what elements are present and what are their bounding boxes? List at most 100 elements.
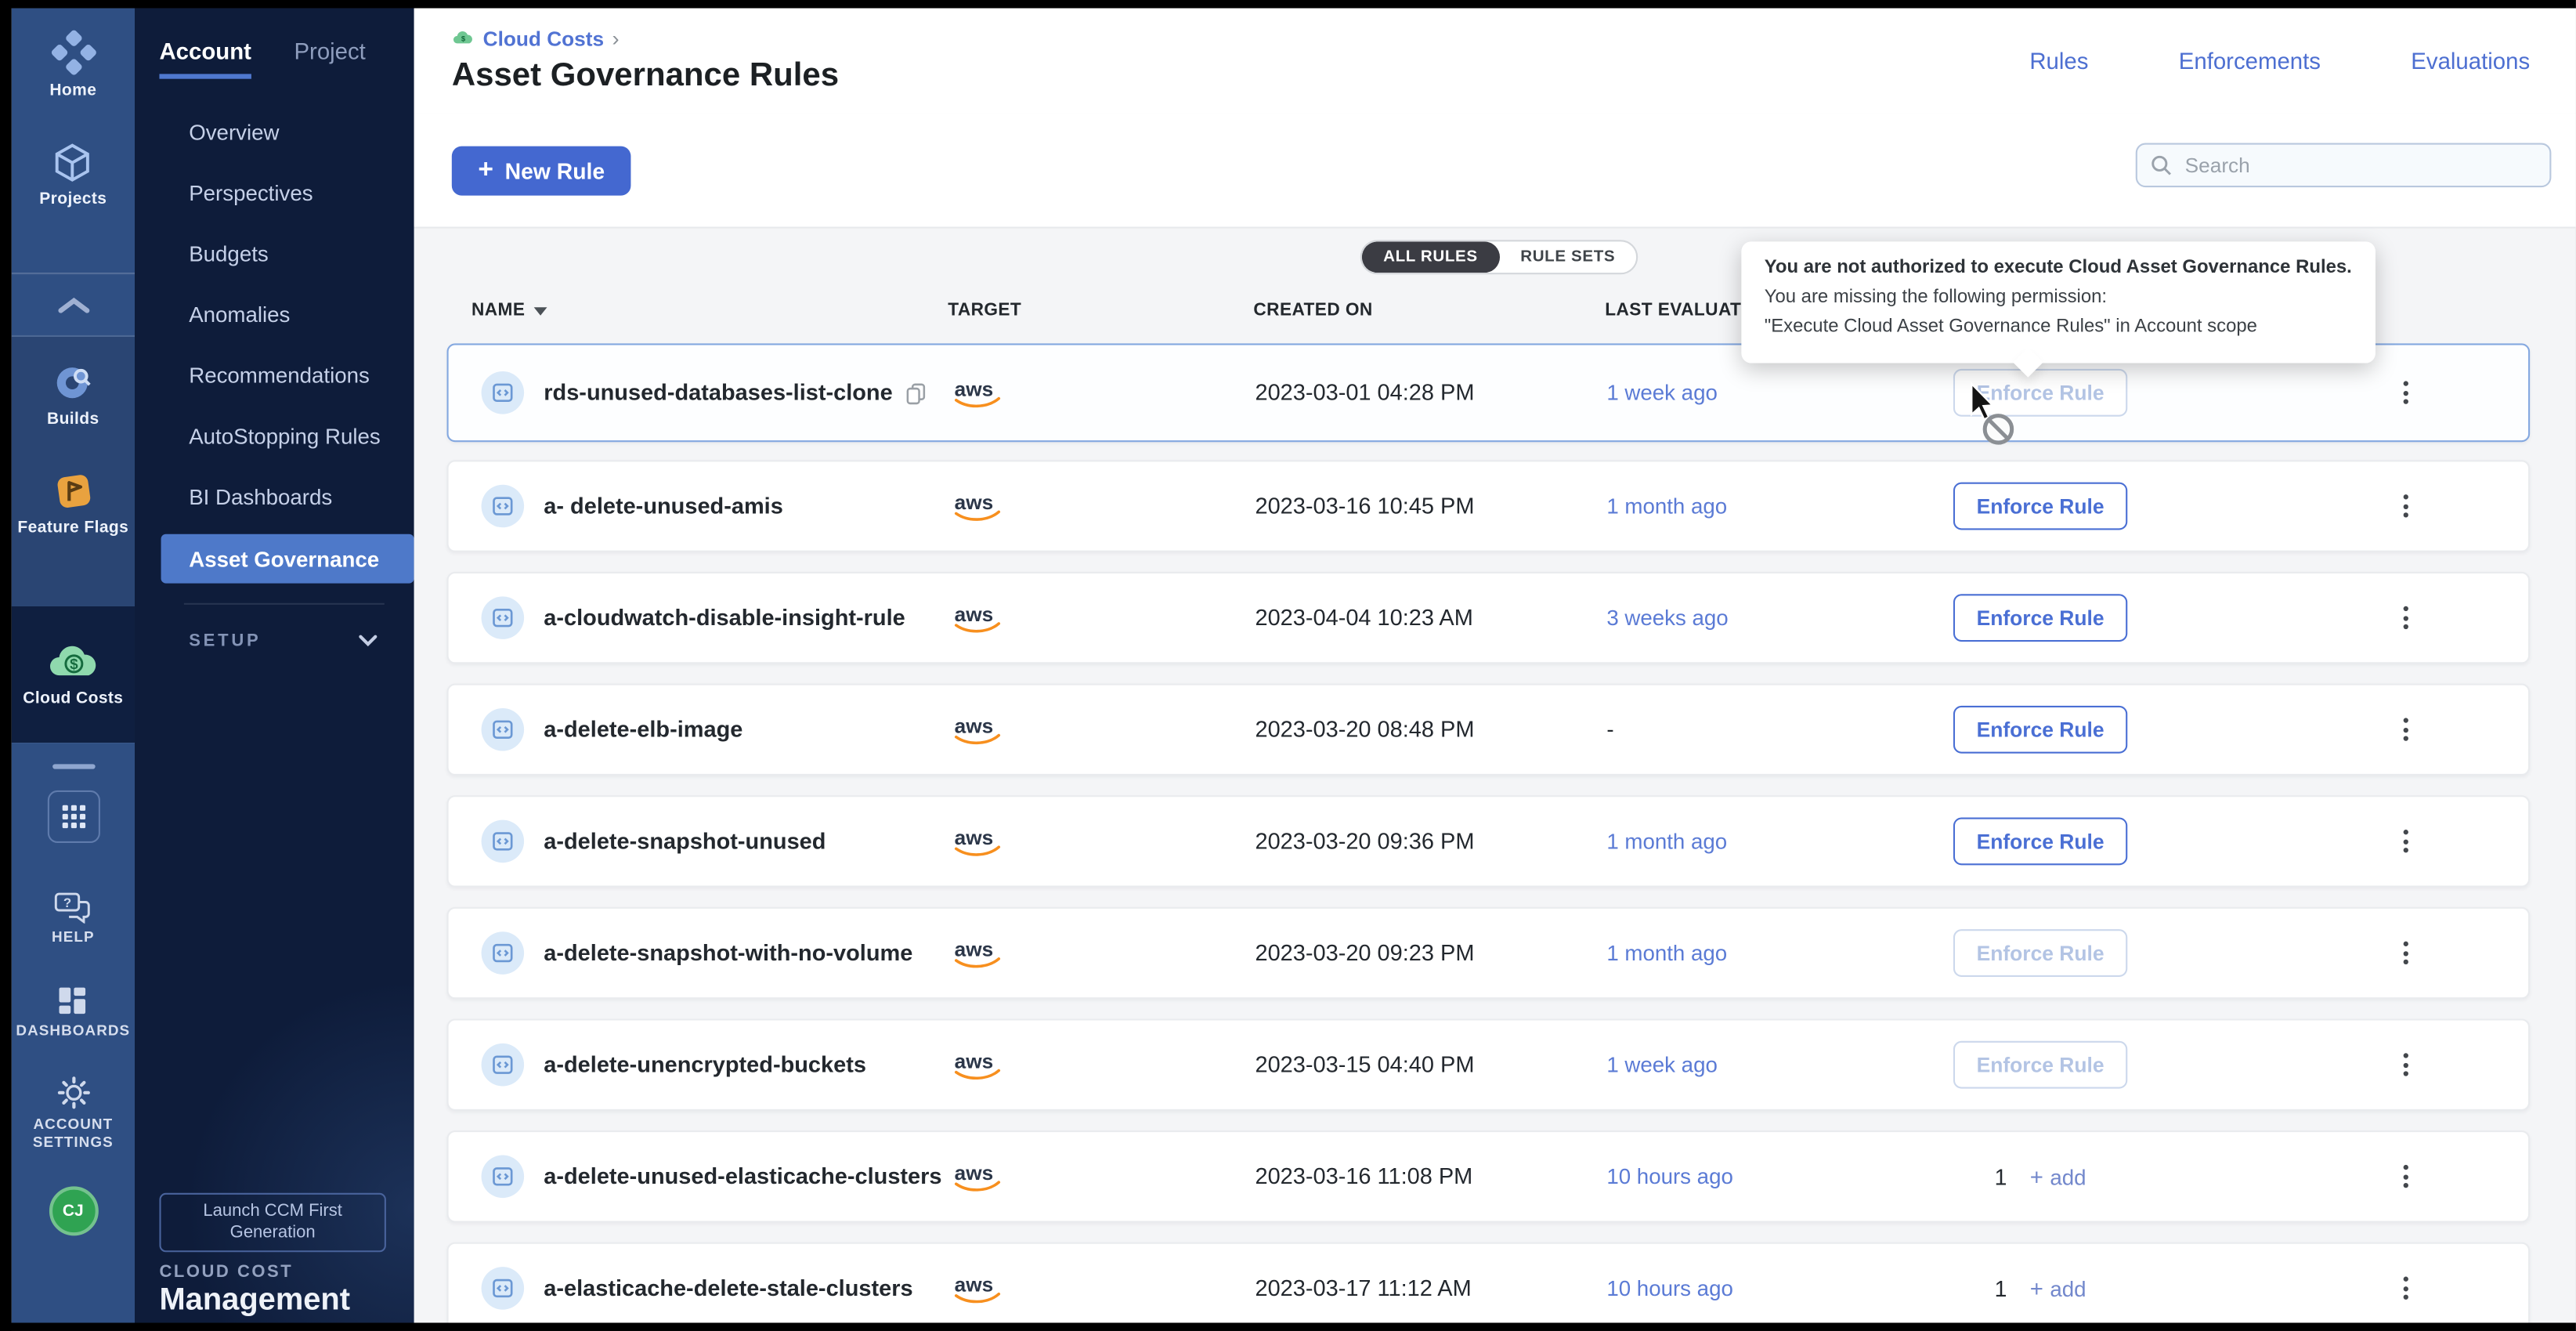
rule-created-on: 2023-03-16 10:45 PM (1255, 494, 1474, 518)
rail-item-home[interactable]: Home (49, 28, 98, 100)
table-row[interactable]: a-delete-snapshot-unused aws 2023-03-20 … (447, 795, 2531, 887)
table-row[interactable]: a-elasticache-delete-stale-clusters aws … (447, 1242, 2531, 1323)
user-avatar[interactable]: CJ (49, 1186, 98, 1235)
row-menu-kebab[interactable] (2397, 599, 2415, 636)
table-row[interactable]: a-delete-elb-image aws 2023-03-20 08:48 … (447, 684, 2531, 776)
add-enforcement-link[interactable]: +add (2030, 1275, 2086, 1302)
row-menu-kebab[interactable] (2397, 374, 2415, 411)
tab-project[interactable]: Project (294, 38, 365, 78)
sidebar-item-autostopping-rules[interactable]: AutoStopping Rules (135, 406, 414, 467)
sidebar-item-bi-dashboards[interactable]: BI Dashboards (135, 467, 414, 528)
rule-name[interactable]: a-delete-snapshot-unused (544, 829, 826, 853)
search-icon (2151, 154, 2172, 175)
tab-rule-sets[interactable]: RULE SETS (1499, 241, 1637, 273)
rule-code-icon (482, 931, 525, 975)
new-rule-button[interactable]: + New Rule (452, 146, 631, 196)
svg-text:aws: aws (955, 490, 994, 514)
svg-text:aws: aws (955, 1049, 994, 1072)
rail-item-builds[interactable]: Builds (47, 360, 99, 429)
nav-link-enforcements[interactable]: Enforcements (2179, 48, 2321, 74)
table-row[interactable]: a-delete-unencrypted-buckets aws 2023-03… (447, 1018, 2531, 1110)
enforce-rule-button[interactable]: Enforce Rule (1953, 818, 2127, 866)
sidebar-item-anomalies[interactable]: Anomalies (135, 284, 414, 345)
rule-last-evaluation[interactable]: 1 month ago (1606, 494, 1727, 518)
rule-name[interactable]: a-delete-unused-elasticache-clusters (544, 1164, 941, 1188)
nav-link-rules[interactable]: Rules (2029, 48, 2088, 74)
sidebar-item-perspectives[interactable]: Perspectives (135, 163, 414, 224)
row-menu-kebab[interactable] (2397, 1047, 2415, 1083)
sidebar-item-budgets[interactable]: Budgets (135, 223, 414, 284)
breadcrumb-label[interactable]: Cloud Costs (483, 27, 604, 50)
module-grid-button[interactable] (47, 790, 99, 843)
breadcrumb[interactable]: $ Cloud Costs › (452, 27, 839, 51)
rule-name[interactable]: a-delete-snapshot-with-no-volume (544, 941, 912, 965)
enforce-rule-button[interactable]: Enforce Rule (1953, 706, 2127, 754)
row-menu-kebab[interactable] (2397, 711, 2415, 748)
rule-name[interactable]: a-elasticache-delete-stale-clusters (544, 1276, 912, 1300)
scope-tabs: Account Project (135, 8, 414, 78)
add-enforcement-link[interactable]: +add (2030, 1163, 2086, 1190)
aws-logo: aws (949, 713, 1005, 746)
enforce-rule-button[interactable]: Enforce Rule (1953, 1041, 2127, 1089)
product-name: Management (159, 1283, 350, 1319)
rail-divider-handle (52, 764, 95, 769)
rule-last-evaluation[interactable]: 1 week ago (1606, 381, 1717, 405)
rules-table-area: ALL RULES RULE SETS NAME TARGET CREATED … (414, 226, 2576, 1322)
app-window: Home Projects Builds (0, 0, 2576, 1331)
search-input[interactable] (2181, 152, 2536, 179)
rail-item-account-settings[interactable]: ACCOUNT SETTINGS (12, 1075, 135, 1152)
rail-label-builds: Builds (47, 411, 99, 429)
enforcement-count[interactable]: 1 (1995, 1276, 2007, 1300)
rail-item-projects[interactable]: Projects (39, 139, 107, 208)
rule-code-icon (482, 485, 525, 528)
rule-last-evaluation[interactable]: 1 month ago (1606, 941, 1727, 965)
svg-text:$: $ (69, 655, 78, 671)
rule-last-evaluation[interactable]: 10 hours ago (1606, 1276, 1733, 1300)
rule-code-icon (482, 1156, 525, 1199)
rule-name[interactable]: a-delete-elb-image (544, 718, 742, 742)
rule-name[interactable]: a- delete-unused-amis (544, 494, 783, 518)
table-row[interactable]: a-delete-snapshot-with-no-volume aws 202… (447, 907, 2531, 999)
aws-logo: aws (949, 1048, 1005, 1081)
sidebar-item-overview[interactable]: Overview (135, 102, 414, 163)
rule-name[interactable]: rds-unused-databases-list-clone (544, 381, 892, 405)
rule-last-evaluation[interactable]: 3 weeks ago (1606, 606, 1728, 630)
column-header-target[interactable]: TARGET (948, 301, 1021, 320)
row-menu-kebab[interactable] (2397, 488, 2415, 525)
sidebar-item-asset-governance[interactable]: Asset Governance (161, 534, 414, 584)
row-menu-kebab[interactable] (2397, 1270, 2415, 1307)
tab-account[interactable]: Account (159, 38, 251, 78)
launch-ccm-first-gen-button[interactable]: Launch CCM First Generation (159, 1193, 385, 1253)
rule-last-evaluation[interactable]: 1 week ago (1606, 1052, 1717, 1076)
row-menu-kebab[interactable] (2397, 1159, 2415, 1195)
enforce-rule-button[interactable]: Enforce Rule (1953, 929, 2127, 977)
rail-item-cloud-costs[interactable]: $ Cloud Costs (12, 606, 135, 743)
column-header-name[interactable]: NAME (471, 301, 547, 320)
table-row[interactable]: a-cloudwatch-disable-insight-rule aws 20… (447, 572, 2531, 664)
search-box[interactable] (2136, 143, 2552, 187)
tab-all-rules[interactable]: ALL RULES (1362, 241, 1499, 273)
rule-last-evaluation[interactable]: 10 hours ago (1606, 1164, 1733, 1188)
rail-collapse[interactable] (12, 273, 135, 337)
table-row[interactable]: a- delete-unused-amis aws 2023-03-16 10:… (447, 460, 2531, 552)
setup-section-toggle[interactable]: SETUP (135, 605, 414, 651)
sidebar-nav: Overview Perspectives Budgets Anomalies … (135, 102, 414, 584)
enforce-rule-button[interactable]: Enforce Rule (1953, 594, 2127, 642)
table-row[interactable]: a-delete-unused-elasticache-clusters aws… (447, 1130, 2531, 1222)
column-header-created-on[interactable]: CREATED ON (1253, 301, 1372, 320)
enforcement-count[interactable]: 1 (1995, 1164, 2007, 1188)
sidebar-item-recommendations[interactable]: Recommendations (135, 345, 414, 406)
rule-name[interactable]: a-cloudwatch-disable-insight-rule (544, 606, 905, 630)
rule-last-evaluation[interactable]: 1 month ago (1606, 829, 1727, 853)
copy-icon[interactable] (906, 382, 927, 404)
row-menu-kebab[interactable] (2397, 935, 2415, 971)
rule-name[interactable]: a-delete-unencrypted-buckets (544, 1052, 866, 1076)
row-menu-kebab[interactable] (2397, 823, 2415, 860)
rail-item-help[interactable]: ? HELP (52, 891, 95, 946)
plus-icon: + (2030, 1163, 2043, 1190)
aws-logo: aws (949, 376, 1005, 409)
rail-item-feature-flags[interactable]: Feature Flags (17, 468, 128, 537)
rail-item-dashboards[interactable]: DASHBOARDS (16, 984, 130, 1040)
enforce-rule-button[interactable]: Enforce Rule (1953, 483, 2127, 530)
nav-link-evaluations[interactable]: Evaluations (2411, 48, 2530, 74)
